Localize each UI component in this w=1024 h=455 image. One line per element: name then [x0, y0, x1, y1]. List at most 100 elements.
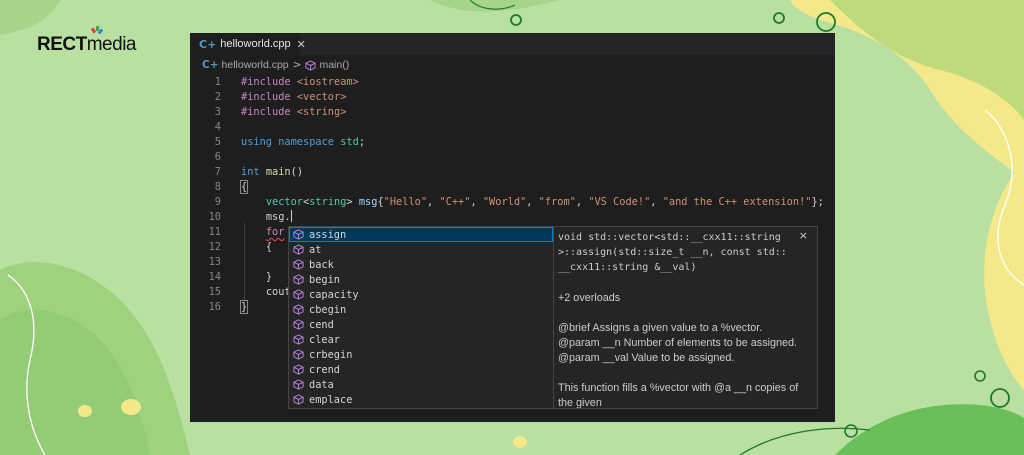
- suggestion-label: crbegin: [309, 348, 353, 361]
- text-cursor: [290, 210, 292, 222]
- signature-line: void std::vector<std::__cxx11::string: [558, 232, 781, 243]
- suggestion-item[interactable]: cend: [289, 317, 553, 332]
- line-number: 5: [214, 136, 221, 148]
- line-number: 2: [214, 91, 221, 103]
- close-brace: }: [239, 300, 249, 314]
- method-cube-icon: [293, 244, 304, 255]
- tab-label: helloworld.cpp: [220, 38, 291, 50]
- string-literal: "VS Code!": [588, 196, 651, 208]
- code-line: 8{: [190, 180, 835, 195]
- string-literal: "from": [538, 196, 576, 208]
- line-number: 11: [208, 226, 221, 238]
- string-literal: "C++": [439, 196, 471, 208]
- string-type: string: [309, 196, 347, 208]
- breadcrumb: C+ helloworld.cpp > main(): [190, 57, 835, 73]
- signature-line: __cxx11::string &__val): [558, 262, 697, 273]
- init-close: };: [811, 196, 824, 208]
- suggestion-details-panel: void std::vector<std::__cxx11::string>::…: [554, 226, 818, 409]
- code-line: 5 using namespace std;: [190, 135, 835, 150]
- suggestion-item[interactable]: begin: [289, 272, 553, 287]
- comma: ,: [427, 196, 440, 208]
- method-cube-icon: [293, 349, 304, 360]
- doc-param-val: @param __val Value to be assigned.: [558, 352, 735, 364]
- suggestion-item[interactable]: crbegin: [289, 347, 553, 362]
- include-keyword: #include: [241, 106, 291, 118]
- suggestion-item[interactable]: back: [289, 257, 553, 272]
- suggestion-label: data: [309, 378, 334, 391]
- line-number: 1: [214, 76, 221, 88]
- angle-bracket: >: [346, 196, 353, 208]
- suggestion-label: cend: [309, 318, 334, 331]
- close-icon[interactable]: ✕: [297, 38, 306, 51]
- line-number: 7: [214, 166, 221, 178]
- suggestion-item[interactable]: crend: [289, 362, 553, 377]
- suggestion-label: cbegin: [309, 303, 347, 316]
- line-number: 8: [214, 181, 221, 193]
- suggestion-item[interactable]: cbegin: [289, 302, 553, 317]
- line-number: 16: [208, 301, 221, 313]
- line-number: 10: [208, 211, 221, 223]
- doc-param-n: @param __n Number of elements to be assi…: [558, 337, 798, 349]
- code-line: 6: [190, 150, 835, 165]
- method-cube-icon: [293, 334, 304, 345]
- namespace-name: std: [340, 136, 359, 148]
- suggestion-label: back: [309, 258, 334, 271]
- vector-type: vector: [265, 196, 304, 208]
- code-line: 1 #include <iostream>: [190, 75, 835, 90]
- comma: ,: [470, 196, 483, 208]
- line-number: 13: [208, 256, 221, 268]
- cout-text: cout: [265, 286, 291, 298]
- method-cube-icon: [293, 394, 304, 405]
- signature-line: >::assign(std::size_t __n, const std::: [558, 247, 787, 258]
- logo-brand-text: RECT: [37, 34, 87, 55]
- suggestion-label: at: [309, 243, 322, 256]
- breadcrumb-file[interactable]: helloworld.cpp: [222, 59, 289, 71]
- suggestion-item[interactable]: at: [289, 242, 553, 257]
- open-brace: {: [239, 180, 249, 194]
- code-line: 7 int main(): [190, 165, 835, 180]
- suggestion-label: capacity: [309, 288, 359, 301]
- suggestion-label: begin: [309, 273, 340, 286]
- code-line: 9 vector<string> msg{"Hello", "C++", "Wo…: [190, 195, 835, 210]
- suggestion-label: clear: [309, 333, 340, 346]
- overloads-text: +2 overloads: [558, 292, 621, 304]
- cpp-file-icon: C+: [199, 37, 217, 51]
- suggestion-item[interactable]: emplace: [289, 392, 553, 407]
- include-keyword: #include: [241, 91, 291, 103]
- method-cube-icon: [293, 289, 304, 300]
- suggestion-item[interactable]: data: [289, 377, 553, 392]
- close-icon[interactable]: ×: [799, 229, 808, 242]
- line-number: 14: [208, 271, 221, 283]
- vscode-window: C+ helloworld.cpp ✕ C+ helloworld.cpp > …: [190, 33, 835, 422]
- suggestion-item[interactable]: capacity: [289, 287, 553, 302]
- suggestion-label: emplace: [309, 393, 353, 406]
- semicolon: ;: [358, 136, 366, 148]
- tab-helloworld-cpp[interactable]: C+ helloworld.cpp ✕: [190, 33, 306, 55]
- method-cube-icon: [293, 379, 304, 390]
- typed-text: msg.: [265, 211, 291, 223]
- inner-open-brace: {: [265, 241, 273, 253]
- namespace-keyword: namespace: [278, 136, 334, 148]
- line-number: 6: [214, 151, 221, 163]
- suggestion-item[interactable]: assign: [289, 227, 553, 242]
- suggestion-item[interactable]: clear: [289, 332, 553, 347]
- comma: ,: [526, 196, 539, 208]
- line-number: 3: [214, 106, 221, 118]
- doc-description: This function fills a %vector with @a __…: [558, 382, 799, 394]
- rectmedia-logo: RECTmedia: [37, 34, 136, 56]
- suggestion-label: crend: [309, 363, 340, 376]
- cpp-file-icon: C+: [202, 59, 219, 71]
- autocomplete-list[interactable]: assign at back begin capacity cbegin cen…: [288, 226, 554, 409]
- parens: (): [290, 166, 304, 178]
- logo-mark-icon: [90, 25, 104, 35]
- for-keyword: for: [265, 226, 285, 238]
- main-function: main: [265, 166, 291, 178]
- include-path: <string>: [296, 106, 347, 118]
- method-cube-icon: [293, 259, 304, 270]
- method-cube-icon: [293, 304, 304, 315]
- string-literal: "World": [482, 196, 527, 208]
- int-keyword: int: [241, 166, 260, 178]
- breadcrumb-symbol[interactable]: main(): [319, 59, 349, 71]
- using-keyword: using: [241, 136, 272, 148]
- comma: ,: [650, 196, 663, 208]
